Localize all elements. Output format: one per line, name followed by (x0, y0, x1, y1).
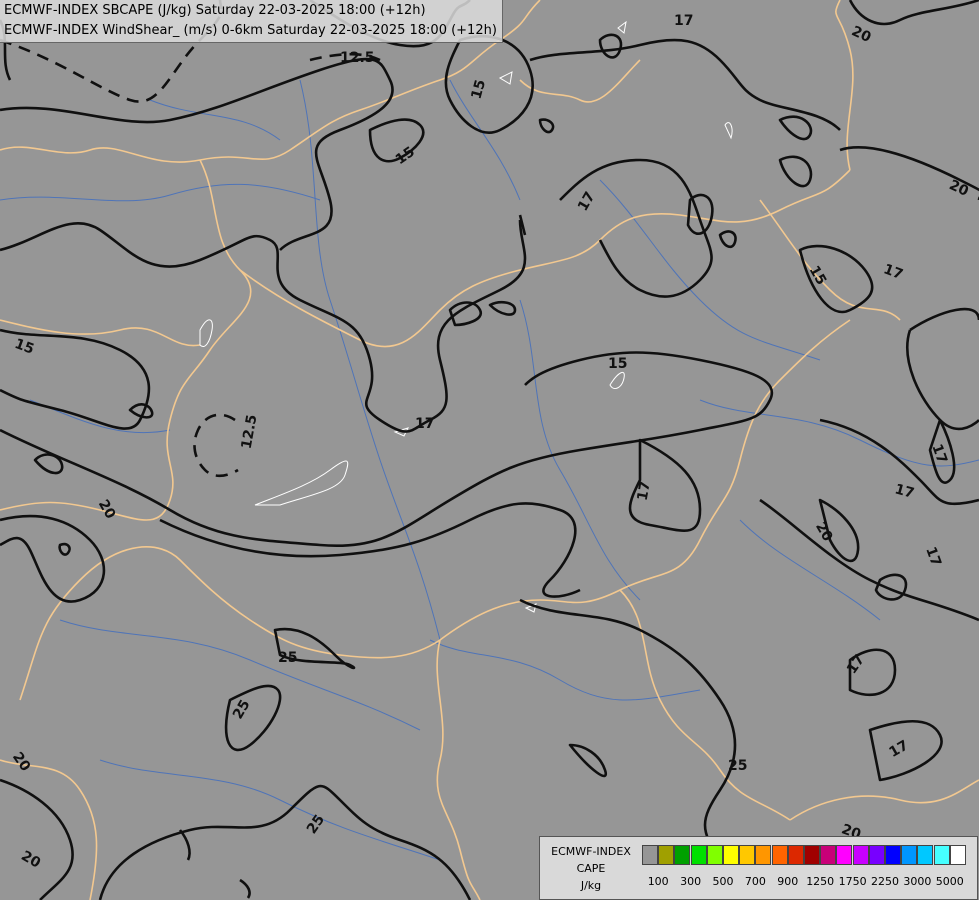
legend-swatch (885, 845, 901, 865)
cape-legend: ECMWF-INDEX CAPE J/kg 100 300 500 700 900 125… (539, 836, 978, 900)
legend-tick: 900 (777, 875, 799, 888)
legend-swatch (852, 845, 869, 865)
legend-swatch (917, 845, 934, 865)
legend-swatch (739, 845, 756, 865)
legend-swatch (868, 845, 885, 865)
legend-tick: 1250 (806, 875, 835, 888)
legend-swatch (674, 845, 691, 865)
title-line-cape: ECMWF-INDEX SBCAPE (J/kg) Saturday 22-03… (4, 3, 426, 18)
legend-tick: 300 (680, 875, 702, 888)
legend-swatch (771, 845, 788, 865)
contour-label: 25 (728, 758, 747, 774)
contour-label: 25 (278, 650, 297, 666)
legend-tick: 2250 (871, 875, 899, 888)
legend-swatch (706, 845, 723, 865)
legend-tick: 100 (647, 875, 669, 888)
legend-swatch (820, 845, 837, 865)
legend-swatch (642, 845, 658, 865)
legend-variable: CAPE (576, 862, 606, 875)
legend-swatch (690, 845, 707, 865)
legend-unit: J/kg (580, 879, 602, 892)
legend-tick: 5000 (935, 875, 964, 888)
legend-swatch (658, 845, 675, 865)
legend-swatch (755, 845, 772, 865)
legend-swatch (787, 845, 804, 865)
legend-swatch (901, 845, 918, 865)
legend-tick: 700 (744, 875, 766, 888)
contour-label: 15 (608, 356, 627, 372)
legend-tick: 500 (712, 875, 734, 888)
title-line-windshear: ECMWF-INDEX WindShear_ (m/s) 0-6km Satur… (4, 23, 497, 38)
contour-label: 12.5 (340, 50, 375, 66)
legend-swatch (723, 845, 739, 865)
contour-label: 17 (635, 480, 654, 502)
legend-swatch (804, 845, 820, 865)
legend-swatch (836, 845, 853, 865)
map-title-box: ECMWF-INDEX SBCAPE (J/kg) Saturday 22-03… (0, 0, 503, 43)
legend-swatch (933, 845, 950, 865)
legend-tick: 1750 (838, 875, 867, 888)
legend-tick: 3000 (903, 875, 932, 888)
contour-label: 17 (415, 416, 434, 432)
map-canvas: 12.5 12.5 15 15 15 15 15 17 17 17 17 17 … (0, 0, 979, 900)
legend-swatch (949, 845, 966, 865)
contour-label: 17 (674, 13, 693, 29)
legend-model: ECMWF-INDEX (551, 845, 631, 858)
